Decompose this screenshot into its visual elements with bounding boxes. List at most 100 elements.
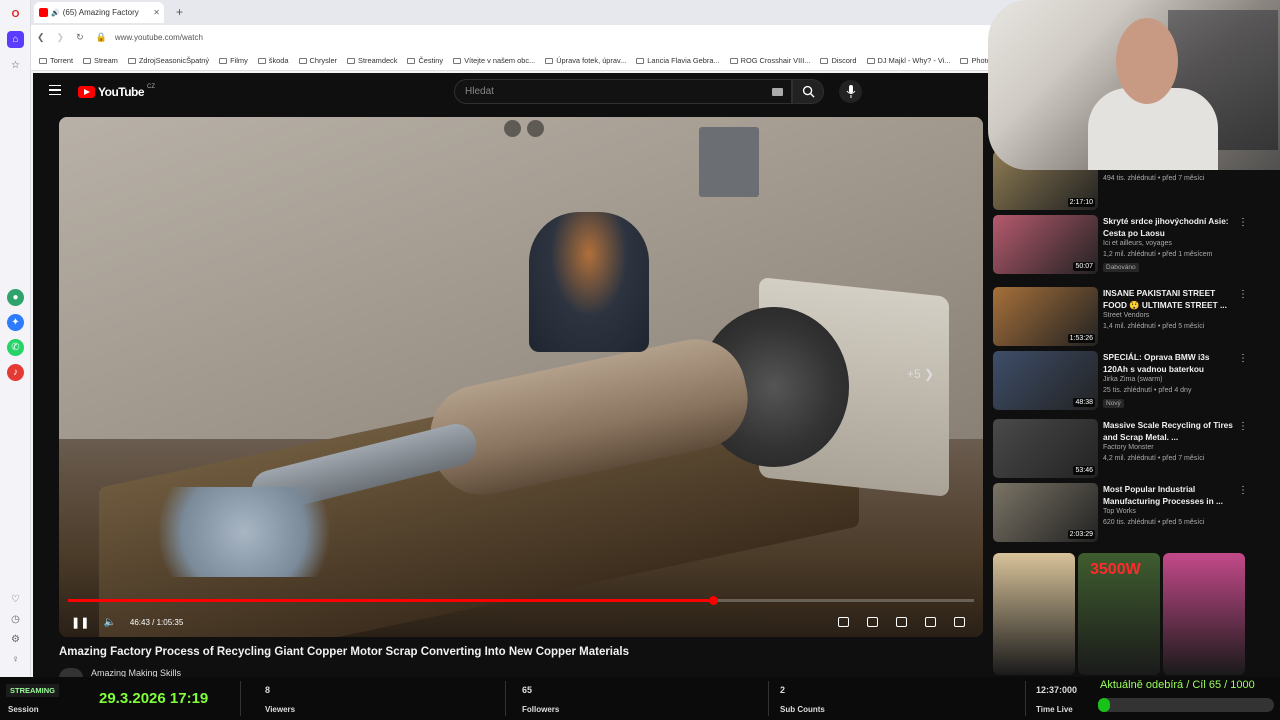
subtitles-icon[interactable] <box>867 617 878 627</box>
keyboard-icon[interactable] <box>772 88 783 96</box>
bookmark-item[interactable]: Úprava fotek, úprav... <box>545 56 626 65</box>
autoplay-icon[interactable] <box>838 617 849 627</box>
duration-badge: 48:38 <box>1073 398 1095 407</box>
search-button[interactable] <box>792 79 824 104</box>
recommendation-channel[interactable]: Top Works <box>1103 508 1136 515</box>
more-options-icon[interactable]: ⋮ <box>1238 217 1248 228</box>
voice-search-button[interactable] <box>839 80 862 103</box>
bookmark-label: Torrent <box>50 55 74 65</box>
bulb-icon[interactable]: ♀ <box>7 651 24 668</box>
divider <box>505 681 506 716</box>
tab-title: (65) Amazing Factory <box>62 8 139 17</box>
video-player[interactable]: +5 ❯ ❚❚ 🔈 46:43 / 1:05:35 <box>59 117 983 637</box>
youtube-logo-text: YouTube <box>98 85 145 99</box>
reload-icon[interactable]: ↻ <box>76 32 84 43</box>
settings-gear-icon[interactable] <box>896 617 907 627</box>
video-frame-control-box <box>699 127 759 197</box>
recommendation-badge: Dabováno <box>1103 263 1139 272</box>
close-tab-icon[interactable]: ✕ <box>153 8 160 17</box>
music-icon[interactable]: ♪ <box>7 364 24 381</box>
recommendation-channel[interactable]: Jirka Zima (swarm) <box>1103 376 1163 383</box>
chatgpt-icon[interactable]: ● <box>7 289 24 306</box>
bookmark-item[interactable]: Čestiny <box>407 56 443 65</box>
video-thumbnail[interactable]: 50:07 <box>993 215 1098 274</box>
bookmark-item[interactable]: Torrent <box>39 56 73 65</box>
bookmark-item[interactable]: Discord <box>820 56 857 65</box>
channel-name[interactable]: Amazing Making Skills <box>91 668 181 677</box>
recommendation-meta: 25 tis. zhlédnutí • před 4 dny <box>1103 387 1192 394</box>
channel-avatar[interactable] <box>59 668 83 677</box>
recommendation-item[interactable]: 1:53:26 INSANE PAKISTANI STREET FOOD 😲 UL… <box>993 287 1280 349</box>
more-options-icon[interactable]: ⋮ <box>1238 289 1248 300</box>
progress-handle[interactable] <box>709 596 719 605</box>
tab-youtube[interactable]: 🔊 (65) Amazing Factory ✕ <box>34 2 164 23</box>
youtube-logo[interactable]: YouTube CZ <box>78 84 155 99</box>
recommendation-channel[interactable]: Street Vendors <box>1103 312 1149 319</box>
bookmark-item[interactable]: DJ Majkl - Why? - Vi... <box>866 56 950 65</box>
sub-goal-fill <box>1098 698 1111 712</box>
bookmark-item[interactable]: Chrysler <box>298 56 337 65</box>
bookmark-item[interactable]: Lancia Flavia Gebra... <box>636 56 720 65</box>
followers-label: Followers <box>522 705 560 714</box>
pause-icon[interactable]: ❚❚ <box>71 616 89 629</box>
webcam-person-head <box>1116 18 1178 104</box>
history-icon[interactable]: ◷ <box>7 611 24 628</box>
search-input[interactable]: Hledat <box>454 79 792 104</box>
recommendation-item[interactable]: 2:03:29 Most Popular Industrial Manufactu… <box>993 483 1280 545</box>
recommendation-meta: 620 tis. zhlédnutí • před 5 měsíci <box>1103 519 1205 526</box>
bookmark-item[interactable]: Vítejte v našem obc... <box>453 56 535 65</box>
recommendation-title[interactable]: Skryté srdce jihovýchodní Asie: Cesta po… <box>1103 215 1233 239</box>
heart-icon[interactable]: ♡ <box>7 591 24 608</box>
youtube-play-icon <box>78 86 95 98</box>
recommendation-title[interactable]: Massive Scale Recycling of Tires and Scr… <box>1103 419 1233 443</box>
more-options-icon[interactable]: ⋮ <box>1238 421 1248 432</box>
bookmark-item[interactable]: škoda <box>257 56 289 65</box>
bookmark-item[interactable]: ZdrojSeasonicŠpatný <box>127 56 209 65</box>
theater-mode-icon[interactable] <box>925 617 936 627</box>
pin-icon[interactable]: ☆ <box>7 57 24 74</box>
whatsapp-icon[interactable]: ✆ <box>7 339 24 356</box>
miniplayer-icon[interactable] <box>504 120 521 137</box>
short-thumbnail[interactable] <box>993 553 1075 675</box>
url-field[interactable]: www.youtube.com/watch <box>115 33 203 42</box>
volume-icon[interactable]: 🔈 <box>103 617 115 628</box>
time-live-value: 12:37:000 <box>1036 685 1078 695</box>
opera-logo-icon[interactable]: O <box>7 6 24 23</box>
folder-icon <box>453 57 462 64</box>
more-options-icon[interactable]: ⋮ <box>1238 485 1248 496</box>
video-thumbnail[interactable]: 1:53:26 <box>993 287 1098 346</box>
recommendation-item[interactable]: 50:07 Skryté srdce jihovýchodní Asie: Ces… <box>993 215 1280 277</box>
back-icon[interactable]: ❮ <box>37 32 45 43</box>
video-thumbnail[interactable]: 2:03:29 <box>993 483 1098 542</box>
progress-bar[interactable] <box>68 596 974 605</box>
recommendation-item[interactable]: 53:46 Massive Scale Recycling of Tires an… <box>993 419 1280 481</box>
bookmark-item[interactable]: Streamdeck <box>347 56 397 65</box>
new-tab-button[interactable]: + <box>176 5 183 19</box>
bookmark-item[interactable]: Filmy <box>219 56 248 65</box>
forward-icon[interactable]: ❯ <box>57 32 65 43</box>
viewers-label: Viewers <box>265 705 296 714</box>
bookmark-item[interactable]: Photo <box>960 56 991 65</box>
video-thumbnail[interactable]: 53:46 <box>993 419 1098 478</box>
short-thumbnail[interactable]: 3500W <box>1078 553 1160 675</box>
settings-icon[interactable]: ⚙ <box>7 631 24 648</box>
short-thumbnail[interactable] <box>1163 553 1245 675</box>
video-thumbnail[interactable]: 48:38 <box>993 351 1098 410</box>
workspace-icon[interactable]: ⌂ <box>7 31 24 48</box>
recommendation-title[interactable]: SPECIÁL: Oprava BMW i3s 120Ah s vadnou b… <box>1103 351 1233 375</box>
recommendation-title[interactable]: Most Popular Industrial Manufacturing Pr… <box>1103 483 1233 507</box>
recommendation-channel[interactable]: Ici et ailleurs, voyages <box>1103 240 1172 247</box>
more-videos-button[interactable]: +5 ❯ <box>907 367 934 381</box>
messenger-icon[interactable]: ✦ <box>7 314 24 331</box>
recommendation-title[interactable]: INSANE PAKISTANI STREET FOOD 😲 ULTIMATE … <box>1103 287 1233 311</box>
time-display: 46:43 / 1:05:35 <box>129 617 184 627</box>
bookmark-item[interactable]: Stream <box>83 56 118 65</box>
menu-icon[interactable] <box>49 85 61 95</box>
recommendation-item[interactable]: 48:38 SPECIÁL: Oprava BMW i3s 120Ah s vad… <box>993 351 1280 413</box>
fullscreen-icon[interactable] <box>954 617 965 627</box>
bookmark-item[interactable]: ROG Crosshair VIII... <box>729 56 810 65</box>
skip-icon[interactable] <box>527 120 544 137</box>
more-options-icon[interactable]: ⋮ <box>1238 353 1248 364</box>
recommendation-channel[interactable]: Factory Monster <box>1103 444 1154 451</box>
lock-icon: 🔒 <box>95 32 107 42</box>
